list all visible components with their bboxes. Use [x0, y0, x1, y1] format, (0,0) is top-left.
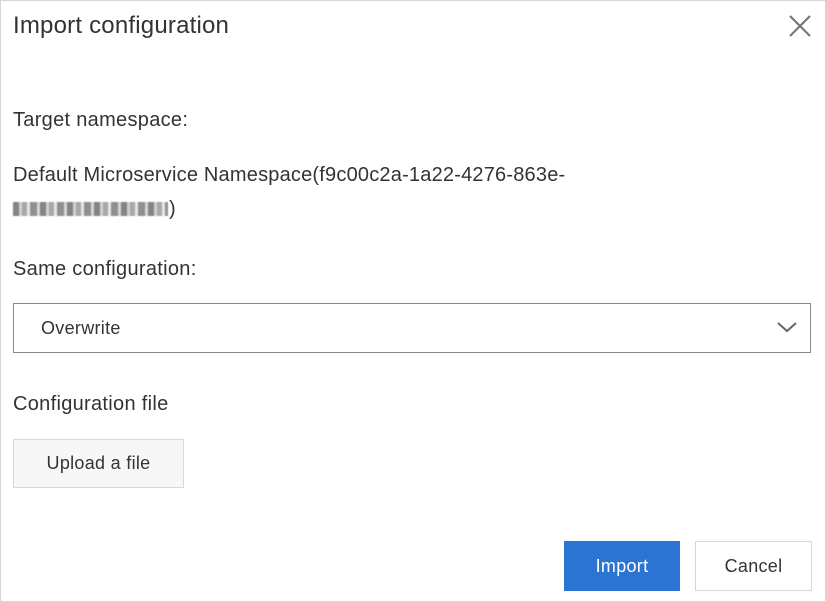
select-selected-value: Overwrite: [41, 318, 121, 338]
target-namespace-value: Default Microservice Namespace(f9c00c2a-…: [13, 158, 713, 226]
namespace-value-line1: Default Microservice Namespace(f9c00c2a-…: [13, 164, 566, 186]
same-configuration-label: Same configuration:: [13, 258, 197, 280]
target-namespace-label: Target namespace:: [13, 109, 189, 131]
import-configuration-dialog: Import configuration Target namespace: D…: [0, 0, 826, 602]
chevron-down-icon: [777, 322, 797, 333]
close-icon: [789, 15, 811, 37]
dialog-title: Import configuration: [13, 12, 230, 39]
cancel-button[interactable]: Cancel: [695, 541, 812, 591]
namespace-value-line2-end: ): [169, 198, 176, 220]
same-configuration-select[interactable]: Overwrite: [13, 303, 811, 353]
close-button[interactable]: [787, 13, 813, 39]
import-button[interactable]: Import: [564, 541, 680, 591]
redacted-text: [13, 202, 168, 216]
upload-file-button[interactable]: Upload a file: [13, 439, 184, 488]
configuration-file-label: Configuration file: [13, 393, 169, 415]
